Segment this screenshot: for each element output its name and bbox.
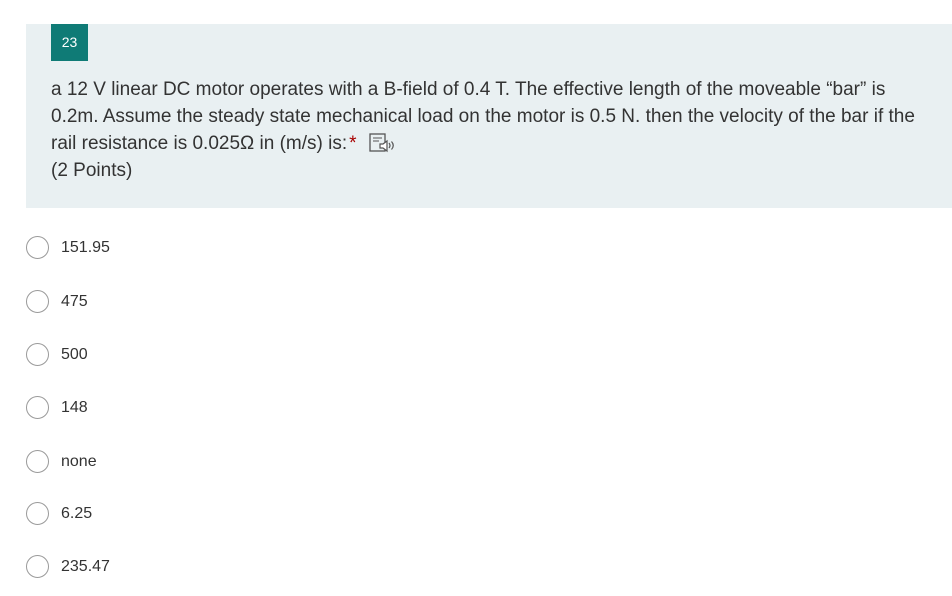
option-151-95[interactable]: 151.95 xyxy=(26,235,426,265)
points-label: (2 Points) xyxy=(51,160,133,181)
radio-button[interactable] xyxy=(26,236,49,259)
option-475[interactable]: 475 xyxy=(26,289,426,319)
radio-button[interactable] xyxy=(26,396,49,419)
radio-button[interactable] xyxy=(26,343,49,366)
option-label: 151.95 xyxy=(61,239,110,256)
radio-button[interactable] xyxy=(26,502,49,525)
option-label: 235.47 xyxy=(61,558,110,575)
option-label: 148 xyxy=(61,399,88,416)
radio-button[interactable] xyxy=(26,290,49,313)
option-6-25[interactable]: 6.25 xyxy=(26,501,426,531)
option-none[interactable]: none xyxy=(26,449,426,479)
radio-button[interactable] xyxy=(26,555,49,578)
question-card: 23 a 12 V linear DC motor operates with … xyxy=(26,24,952,208)
option-235-47[interactable]: 235.47 xyxy=(26,554,426,584)
required-marker: * xyxy=(349,133,357,154)
option-label: 475 xyxy=(61,293,88,310)
option-label: 6.25 xyxy=(61,505,93,522)
option-148[interactable]: 148 xyxy=(26,395,426,425)
option-500[interactable]: 500 xyxy=(26,342,426,372)
question-text-block: a 12 V linear DC motor operates with a B… xyxy=(51,76,931,184)
question-number-badge: 23 xyxy=(51,24,88,61)
question-text: a 12 V linear DC motor operates with a B… xyxy=(51,79,915,154)
option-label: 500 xyxy=(61,346,88,363)
speaker-icon[interactable] xyxy=(368,132,397,154)
option-label: none xyxy=(61,453,97,470)
radio-button[interactable] xyxy=(26,450,49,473)
